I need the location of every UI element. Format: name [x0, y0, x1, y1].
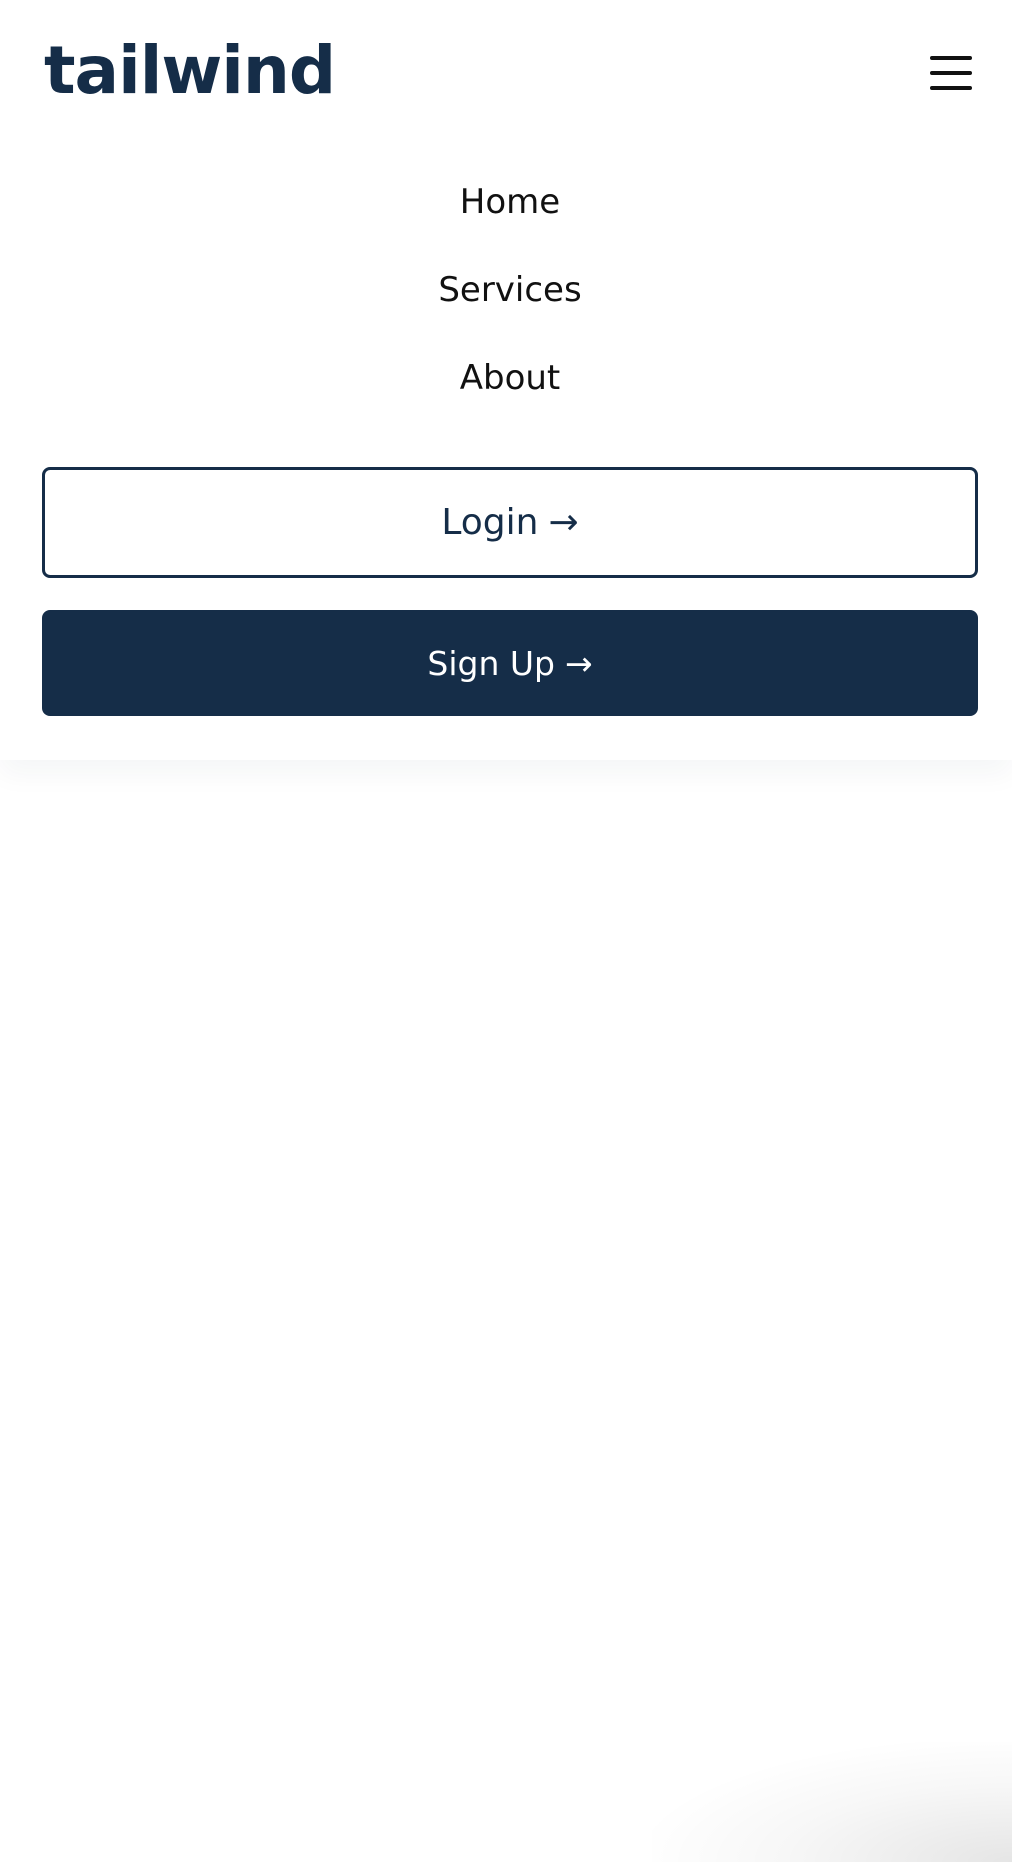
signup-button[interactable]: Sign Up →: [42, 610, 978, 716]
hamburger-menu-icon: [930, 56, 972, 90]
login-button[interactable]: Login →: [42, 467, 978, 578]
arrow-right-icon: →: [564, 643, 593, 683]
nav-item-home[interactable]: Home: [460, 158, 560, 246]
mobile-nav-panel: tailwind Home Services About Login → Sig…: [0, 0, 1012, 760]
signup-button-label: Sign Up: [427, 643, 555, 683]
login-button-label: Login: [441, 502, 539, 543]
menu-toggle-button[interactable]: [922, 50, 978, 96]
nav-item-about[interactable]: About: [460, 334, 561, 422]
corner-shadow: [652, 1742, 1012, 1862]
logo[interactable]: tailwind: [44, 38, 336, 104]
main-nav: Home Services About: [0, 158, 1012, 422]
nav-item-services[interactable]: Services: [438, 246, 581, 334]
arrow-right-icon: →: [548, 502, 579, 543]
page: tailwind Home Services About Login → Sig…: [0, 0, 1012, 1862]
